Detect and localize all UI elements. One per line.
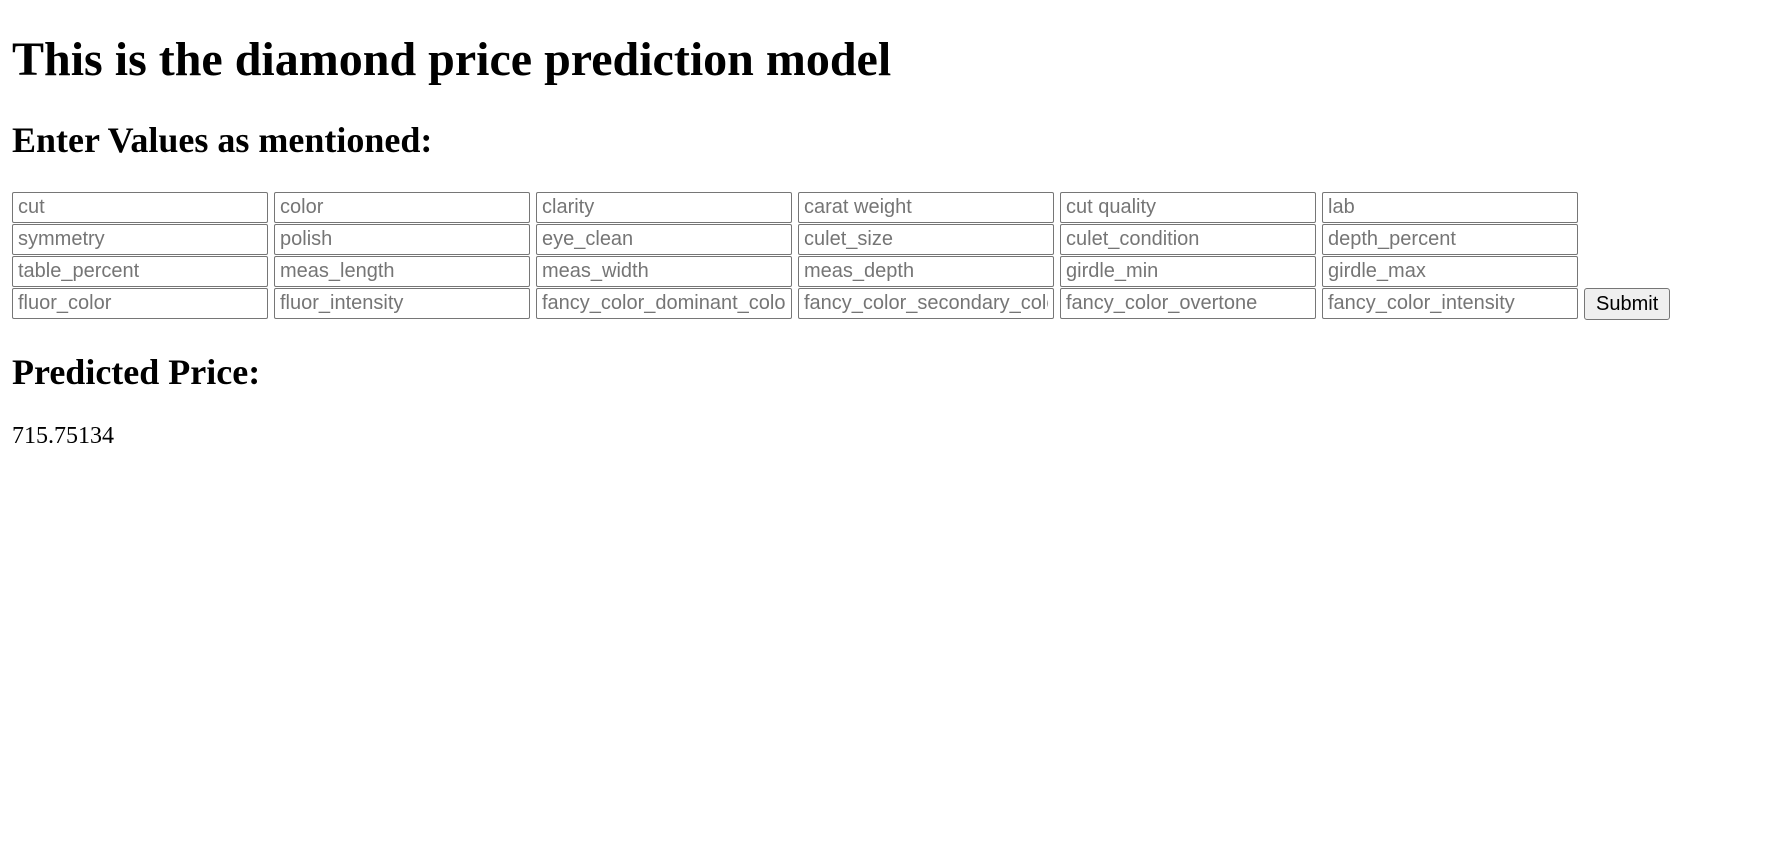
eye-clean-input[interactable]	[536, 224, 792, 255]
culet-size-input[interactable]	[798, 224, 1054, 255]
form-row-3	[12, 256, 1670, 288]
symmetry-input[interactable]	[12, 224, 268, 255]
predicted-price-value: 715.75134	[12, 423, 114, 449]
form-subtitle: Enter Values as mentioned:	[12, 120, 433, 160]
polish-input[interactable]	[274, 224, 530, 255]
girdle-min-input[interactable]	[1060, 256, 1316, 287]
carat-weight-input[interactable]	[798, 192, 1054, 223]
meas-width-input[interactable]	[536, 256, 792, 287]
color-input[interactable]	[274, 192, 530, 223]
page-title: This is the diamond price prediction mod…	[12, 33, 892, 86]
fluor-color-input[interactable]	[12, 288, 268, 319]
form-row-2	[12, 224, 1670, 256]
form-row-1	[12, 192, 1670, 224]
fancy-color-overtone-input[interactable]	[1060, 288, 1316, 319]
fancy-color-intensity-input[interactable]	[1322, 288, 1578, 319]
submit-button[interactable]: Submit	[1584, 288, 1671, 320]
table-percent-input[interactable]	[12, 256, 268, 287]
girdle-max-input[interactable]	[1322, 256, 1578, 287]
cut-input[interactable]	[12, 192, 268, 223]
depth-percent-input[interactable]	[1322, 224, 1578, 255]
fluor-intensity-input[interactable]	[274, 288, 530, 319]
lab-input[interactable]	[1322, 192, 1578, 223]
culet-condition-input[interactable]	[1060, 224, 1316, 255]
fancy-color-secondary-color-input[interactable]	[798, 288, 1054, 319]
page: This is the diamond price prediction mod…	[0, 32, 1791, 449]
clarity-input[interactable]	[536, 192, 792, 223]
fancy-color-dominant-color-input[interactable]	[536, 288, 792, 319]
prediction-form: Submit	[12, 192, 1671, 320]
meas-length-input[interactable]	[274, 256, 530, 287]
form-row-4: Submit	[12, 288, 1671, 320]
cut-quality-input[interactable]	[1060, 192, 1316, 223]
meas-depth-input[interactable]	[798, 256, 1054, 287]
predicted-price-heading: Predicted Price:	[12, 352, 261, 392]
